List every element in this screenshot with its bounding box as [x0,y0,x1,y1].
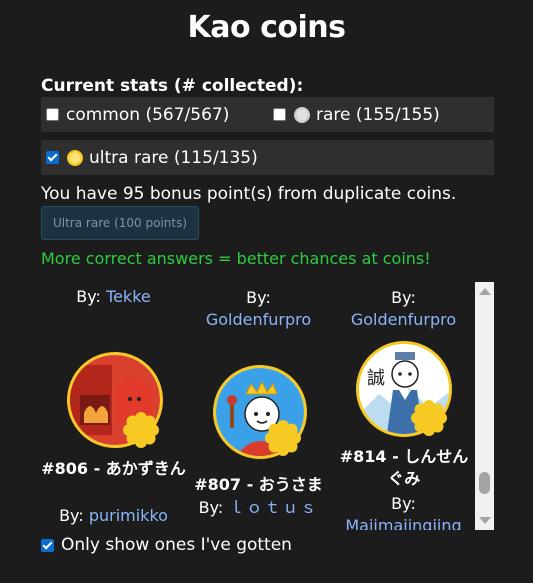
author-link[interactable]: Goldenfurpro [331,309,475,331]
silver-coin-icon [293,106,311,124]
scroll-down-icon[interactable] [479,517,491,524]
gold-coin-badge-icon [265,420,301,456]
creator-line: By: ｌｏｔｕｓ [186,494,331,518]
hint-text: More correct answers = better chances at… [41,249,431,268]
ultra-rare-label: ultra rare (115/135) [89,147,258,168]
by-label: By: [391,288,416,307]
only-show-filter[interactable]: Only show ones I've gotten [41,535,292,555]
by-label: By: [246,288,271,307]
common-label: common (567/567) [66,104,230,125]
rare-checkbox[interactable] [273,108,286,121]
stats-row-common-rare: common (567/567) rare (155/155) [41,97,494,132]
svg-text:誠: 誠 [367,368,385,389]
by-label: By: [59,506,84,525]
ultra-rare-button[interactable]: Ultra rare (100 points) [41,206,199,240]
coin-number-name: #806 - あかずきん [41,459,186,478]
top-author-line: By: Tekke [41,287,186,306]
gold-coin-badge-icon [123,412,159,448]
ultra-rare-checkbox[interactable] [46,151,59,164]
rare-filter[interactable]: rare (155/155) [273,97,440,132]
creator-link[interactable]: Majimajingiing [331,515,475,530]
top-author-line: By: Goldenfurpro [186,287,331,331]
bonus-points-text: You have 95 bonus point(s) from duplicat… [41,184,457,204]
creator-link[interactable]: ｌｏｔｕｓ [228,498,318,517]
gold-coin-icon [66,149,84,167]
page-title: Kao coins [187,10,346,45]
by-label: By: [76,287,101,306]
common-filter[interactable]: common (567/567) [46,97,229,132]
author-link[interactable]: Tekke [106,287,151,306]
top-author-line: By: Goldenfurpro [331,287,475,331]
author-link[interactable]: Goldenfurpro [186,309,331,331]
rare-label: rare (155/155) [316,104,440,125]
scroll-up-icon[interactable] [479,288,491,295]
coin-grid-scrollbar[interactable] [475,282,494,530]
common-checkbox[interactable] [46,108,59,121]
coin-number-name: #814 - しんせんぐみ [339,447,469,488]
creator-link[interactable]: purimikko [89,506,168,525]
gold-coin-badge-icon [411,400,447,436]
scrollbar-thumb[interactable] [479,472,490,494]
stats-heading: Current stats (# collected): [41,76,304,96]
only-show-label: Only show ones I've gotten [61,535,292,555]
only-show-checkbox[interactable] [41,538,54,552]
creator-line: By: Majimajingiing [331,493,475,530]
creator-line: By: purimikko [41,506,186,525]
by-label: By: [198,498,224,517]
by-label: By: [391,494,416,513]
coin-grid[interactable]: By: Tekke #806 - あかずきん By: purimikko By:… [41,282,475,530]
coin-number-name: #807 - おうさま [194,475,323,494]
stats-row-ultra-rare: ultra rare (115/135) [41,140,494,175]
ultra-rare-filter[interactable]: ultra rare (115/135) [46,140,258,175]
